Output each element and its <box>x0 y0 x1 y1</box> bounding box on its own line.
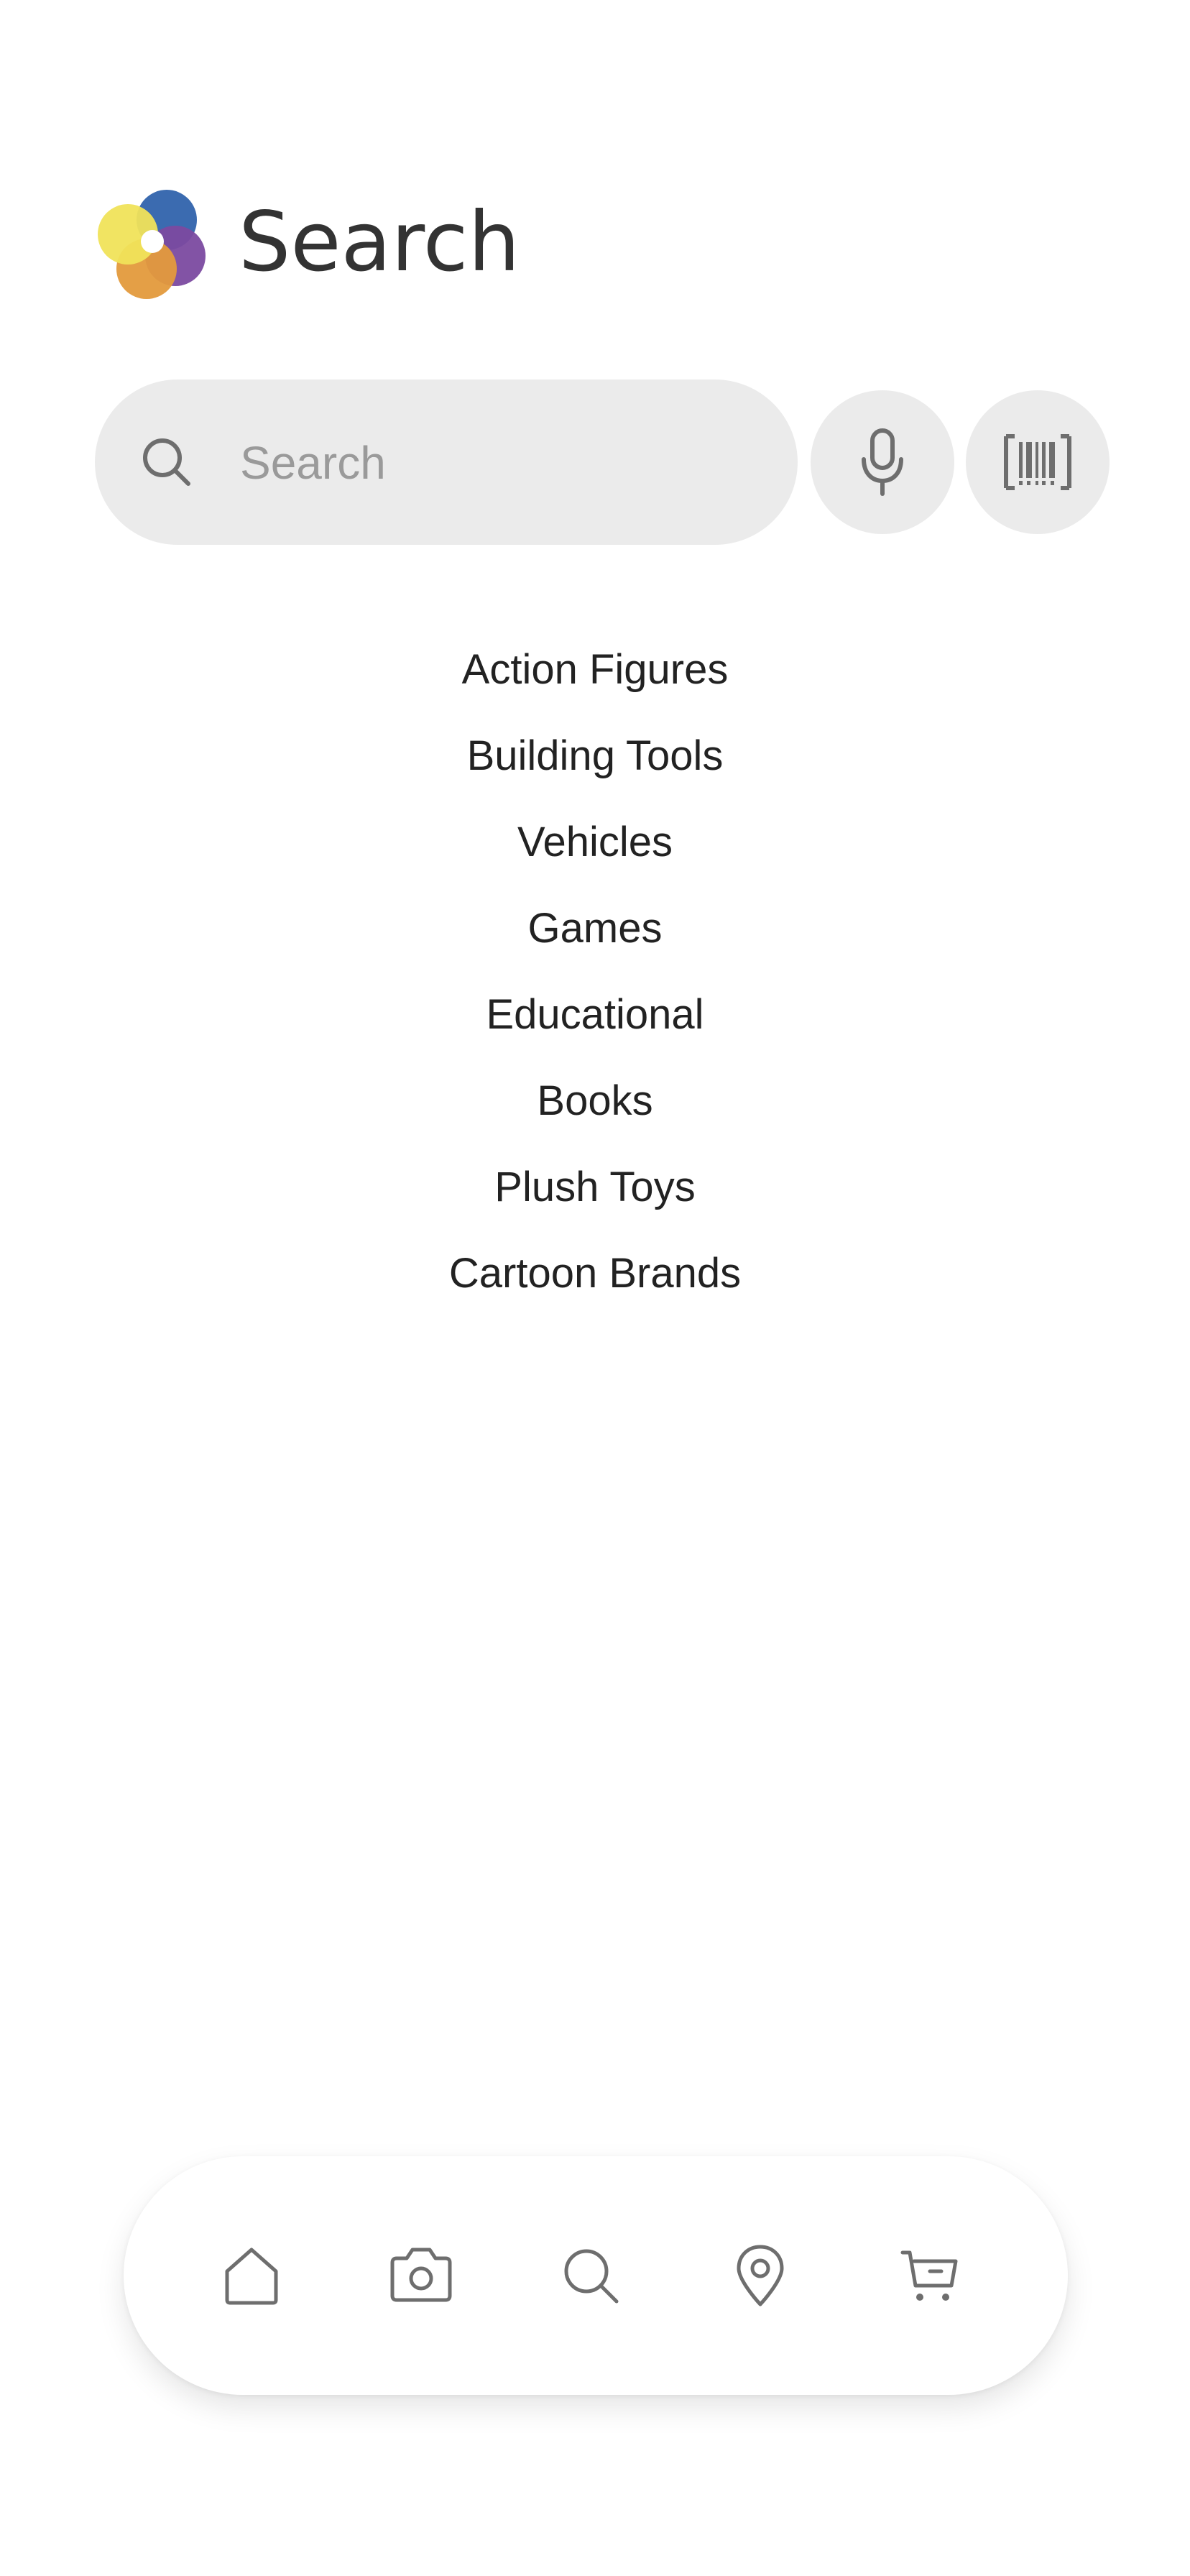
search-input[interactable] <box>239 423 759 503</box>
category-item-games[interactable]: Games <box>0 886 1190 972</box>
category-list: Action Figures Building Tools Vehicles G… <box>0 627 1190 1317</box>
home-icon <box>225 2248 278 2305</box>
category-item-educational[interactable]: Educational <box>0 972 1190 1058</box>
barcode-scan-button[interactable] <box>966 390 1110 534</box>
microphone-icon <box>862 428 903 496</box>
camera-icon <box>390 2248 452 2302</box>
nav-home-button[interactable] <box>201 2225 302 2326</box>
app-logo <box>98 190 206 299</box>
page-title: Search <box>239 193 520 290</box>
category-item-cartoon-brands[interactable]: Cartoon Brands <box>0 1230 1190 1317</box>
header: Search <box>95 184 520 299</box>
cart-icon <box>900 2250 958 2301</box>
nav-camera-button[interactable] <box>371 2225 471 2326</box>
category-item-books[interactable]: Books <box>0 1058 1190 1144</box>
search-screen: Search Search Action Figures Building To… <box>0 0 1190 2576</box>
nav-cart-button[interactable] <box>880 2225 980 2326</box>
category-item-plush-toys[interactable]: Plush Toys <box>0 1144 1190 1230</box>
nav-location-button[interactable] <box>710 2225 811 2326</box>
category-item-building-tools[interactable]: Building Tools <box>0 713 1190 799</box>
location-pin-icon <box>737 2245 784 2306</box>
search-icon <box>143 438 190 486</box>
search-bar[interactable] <box>95 380 798 545</box>
category-item-action-figures[interactable]: Action Figures <box>0 627 1190 713</box>
nav-search-button[interactable] <box>540 2225 641 2326</box>
voice-search-button[interactable] <box>811 390 954 534</box>
bottom-navigation-bar <box>124 2156 1068 2395</box>
search-icon <box>564 2249 619 2304</box>
barcode-icon <box>1004 434 1071 490</box>
category-item-vehicles[interactable]: Vehicles <box>0 799 1190 886</box>
